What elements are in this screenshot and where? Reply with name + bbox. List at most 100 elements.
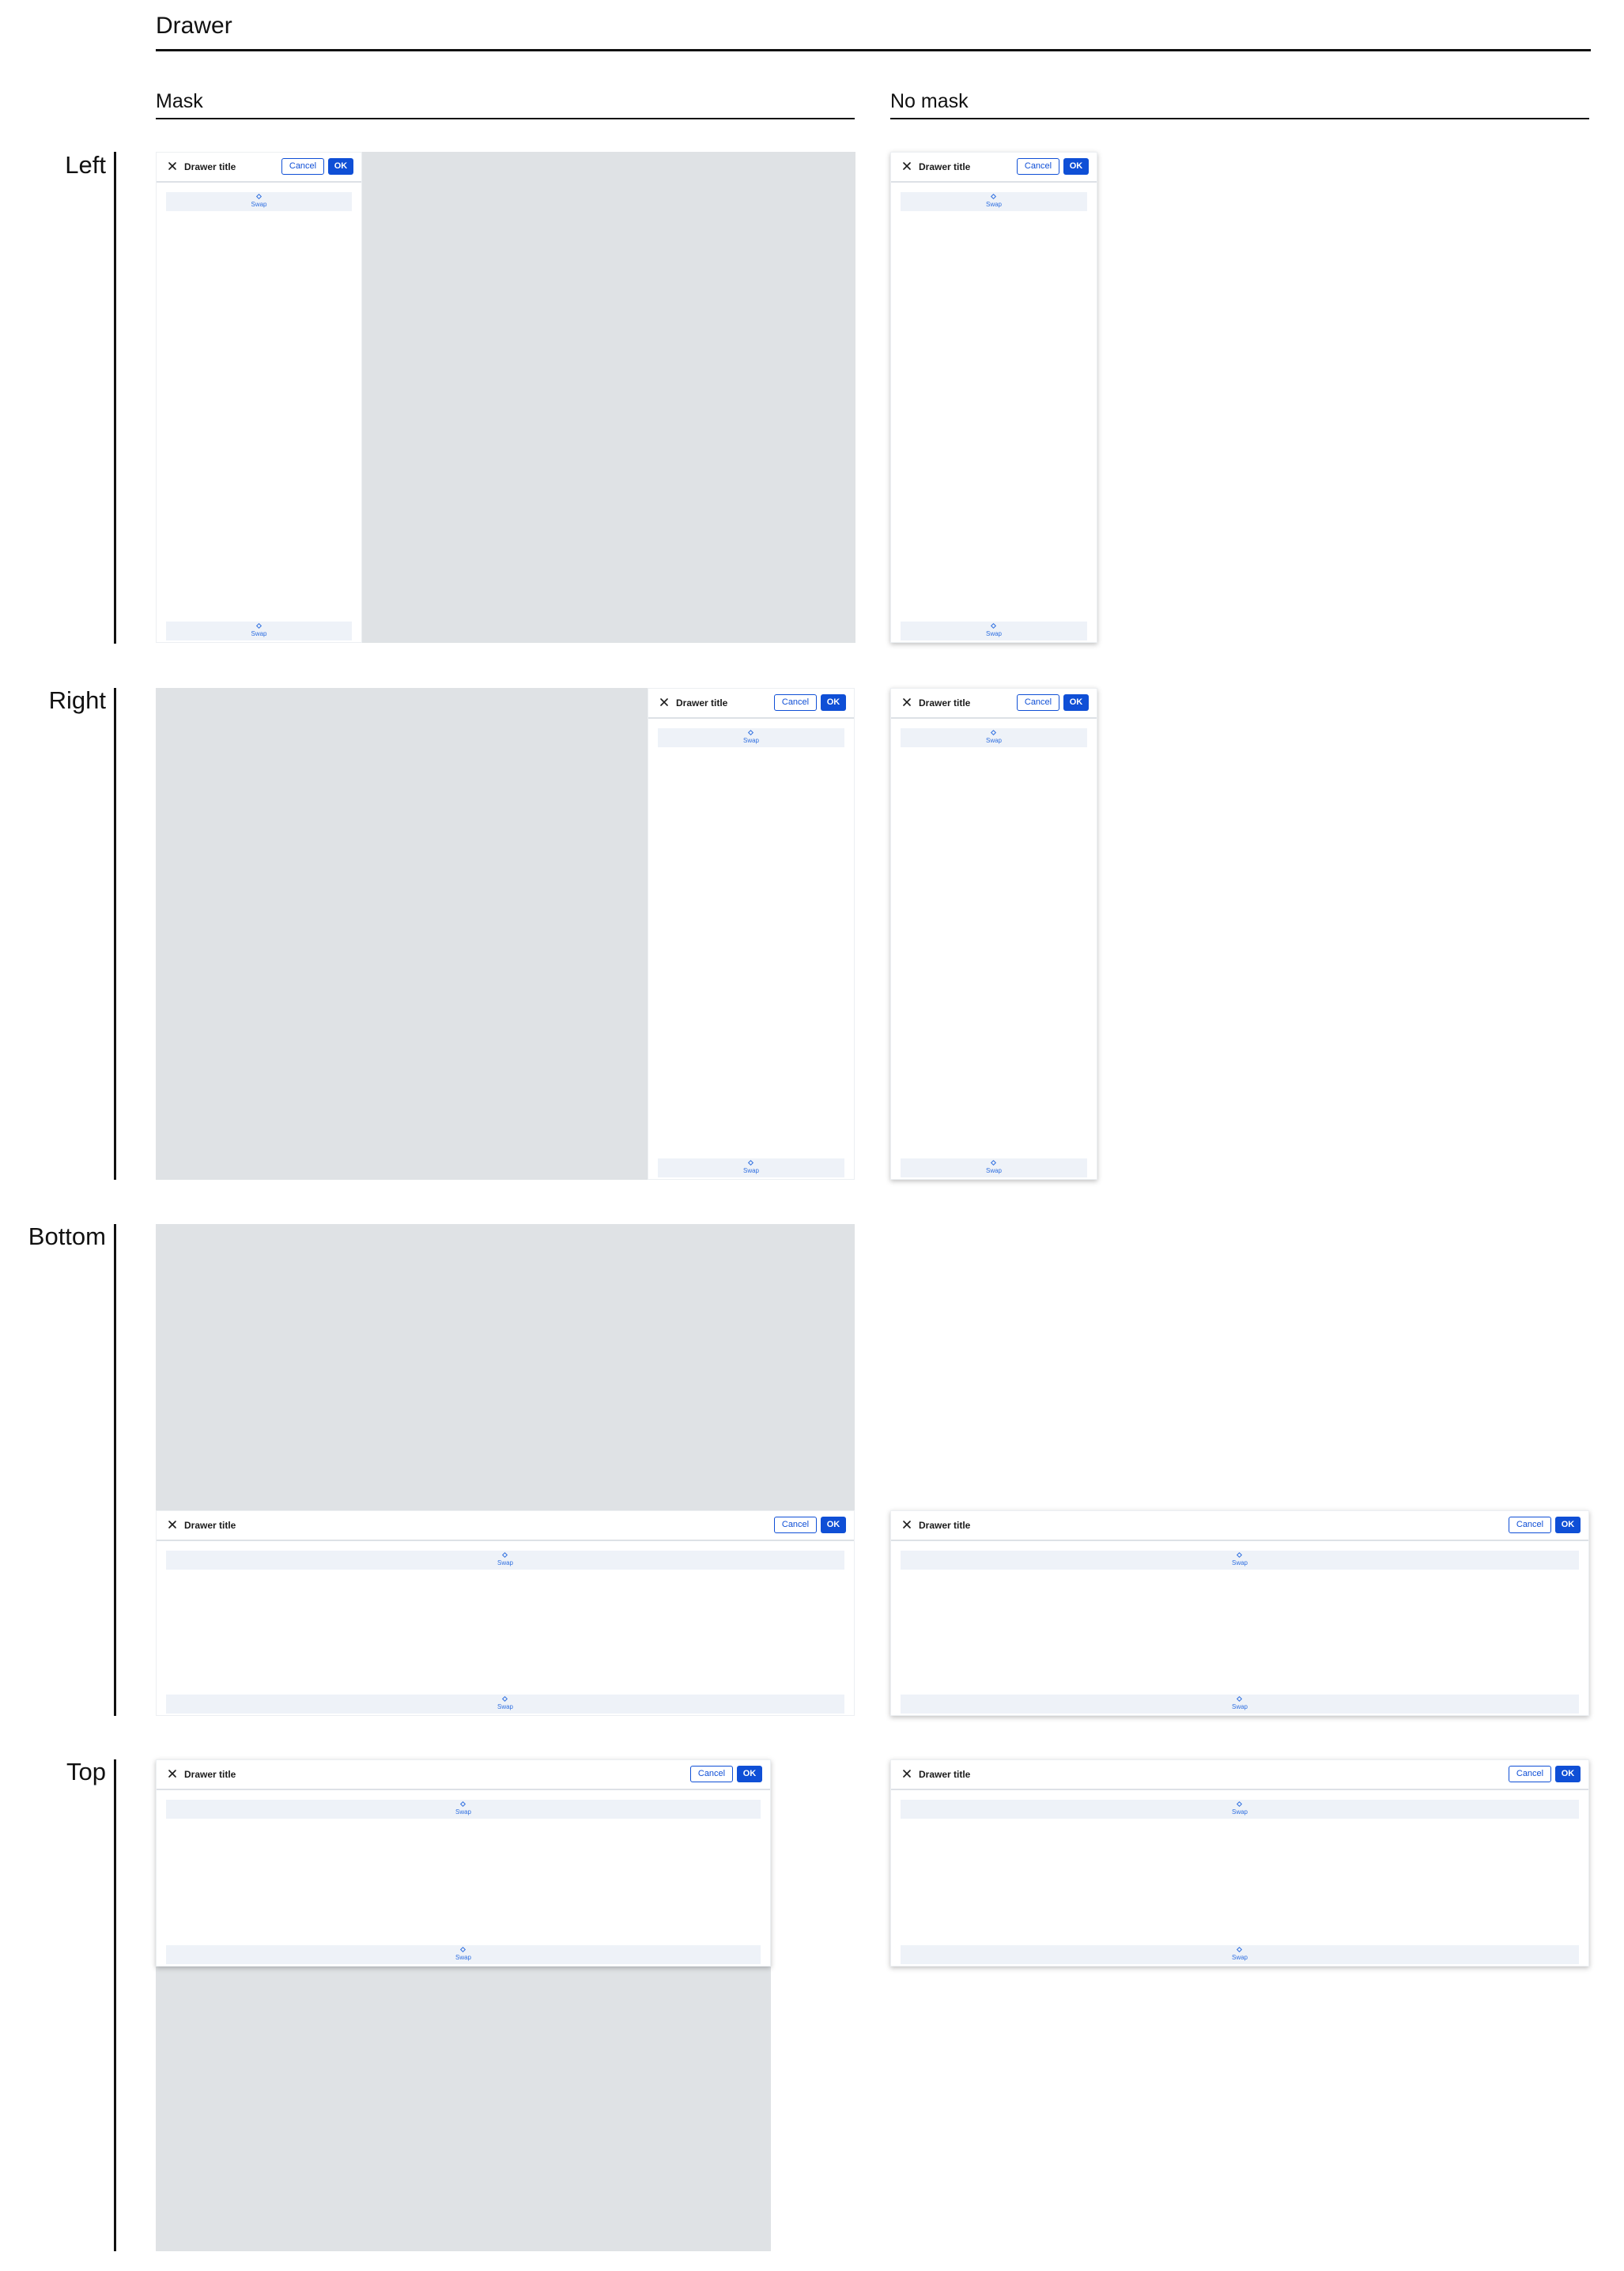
mask-overlay-right[interactable] xyxy=(156,688,648,1180)
drawer-right-no-mask: Drawer title Cancel OK Swap Swap xyxy=(890,688,1097,1180)
row-label-right: Right xyxy=(48,686,106,714)
swap-slot-footer[interactable]: Swap xyxy=(166,1945,761,1964)
diamond-icon xyxy=(459,1801,466,1808)
swap-label: Swap xyxy=(251,201,267,208)
row-divider-right xyxy=(114,688,116,1180)
close-icon[interactable] xyxy=(166,160,179,172)
close-icon[interactable] xyxy=(901,1767,913,1780)
swap-slot-footer[interactable]: Swap xyxy=(658,1158,844,1177)
diamond-icon xyxy=(990,1159,997,1166)
close-icon[interactable] xyxy=(166,1767,179,1780)
mask-overlay-left[interactable] xyxy=(362,152,855,643)
swap-slot-body[interactable]: Swap xyxy=(166,1551,844,1570)
close-icon[interactable] xyxy=(166,1518,179,1531)
ok-button[interactable]: OK xyxy=(1555,1517,1581,1533)
row-divider-bottom xyxy=(114,1224,116,1716)
row-label-left: Left xyxy=(65,151,106,179)
swap-slot-body[interactable]: Swap xyxy=(166,192,352,211)
close-icon[interactable] xyxy=(901,1518,913,1531)
drawer-title: Drawer title xyxy=(184,1520,236,1531)
ok-button[interactable]: OK xyxy=(1063,158,1089,175)
swap-label: Swap xyxy=(497,1559,513,1566)
drawer-bottom-no-mask: Drawer title Cancel OK Swap Swap xyxy=(890,1510,1589,1716)
drawer-header: Drawer title Cancel OK xyxy=(891,689,1097,719)
swap-slot-footer[interactable]: Swap xyxy=(166,1695,844,1714)
ok-button[interactable]: OK xyxy=(328,158,353,175)
swap-slot-body[interactable]: Swap xyxy=(901,728,1087,747)
diamond-icon xyxy=(459,1946,466,1953)
cancel-button[interactable]: Cancel xyxy=(1509,1766,1551,1782)
swap-slot-footer[interactable]: Swap xyxy=(901,1945,1579,1964)
ok-button[interactable]: OK xyxy=(1555,1766,1581,1782)
diamond-icon xyxy=(990,193,997,200)
swap-label: Swap xyxy=(455,1954,471,1961)
swap-slot-footer[interactable]: Swap xyxy=(901,622,1087,640)
cancel-button[interactable]: Cancel xyxy=(281,158,324,175)
swap-slot-body[interactable]: Swap xyxy=(658,728,844,747)
diamond-icon xyxy=(990,729,997,736)
swap-slot-footer[interactable]: Swap xyxy=(901,1158,1087,1177)
diamond-icon xyxy=(1236,1551,1243,1559)
swap-label: Swap xyxy=(985,737,1002,744)
diamond-icon xyxy=(1236,1801,1243,1808)
close-icon[interactable] xyxy=(901,696,913,709)
cancel-button[interactable]: Cancel xyxy=(774,1517,817,1533)
drawer-title: Drawer title xyxy=(919,161,971,172)
close-icon[interactable] xyxy=(901,160,913,172)
diamond-icon xyxy=(747,1159,754,1166)
swap-label: Swap xyxy=(251,630,267,637)
ok-button[interactable]: OK xyxy=(821,1517,846,1533)
drawer-title: Drawer title xyxy=(919,1769,971,1780)
swap-label: Swap xyxy=(1231,1703,1248,1710)
diamond-icon xyxy=(1236,1695,1243,1702)
swap-label: Swap xyxy=(455,1808,471,1816)
diamond-icon xyxy=(747,729,754,736)
cancel-button[interactable]: Cancel xyxy=(774,694,817,711)
swap-slot-footer[interactable]: Swap xyxy=(166,622,352,640)
drawer-title: Drawer title xyxy=(919,697,971,709)
row-divider-left xyxy=(114,152,116,644)
drawer-top-mask: Drawer title Cancel OK Swap Swap xyxy=(156,1759,771,1967)
diamond-icon xyxy=(255,193,262,200)
drawer-header: Drawer title Cancel OK xyxy=(157,1511,854,1541)
diamond-icon xyxy=(501,1551,508,1559)
column-title-no-mask: No mask xyxy=(890,90,969,112)
drawer-top-no-mask: Drawer title Cancel OK Swap Swap xyxy=(890,1759,1589,1967)
row-label-bottom: Bottom xyxy=(28,1222,106,1250)
drawer-header: Drawer title Cancel OK xyxy=(891,1511,1588,1541)
row-label-top: Top xyxy=(66,1758,106,1785)
ok-button[interactable]: OK xyxy=(1063,694,1089,711)
swap-slot-footer[interactable]: Swap xyxy=(901,1695,1579,1714)
mask-overlay-bottom[interactable] xyxy=(156,1224,855,1510)
ok-button[interactable]: OK xyxy=(737,1766,762,1782)
drawer-right-mask: Drawer title Cancel OK Swap Swap xyxy=(648,688,855,1180)
drawer-bottom-mask: Drawer title Cancel OK Swap Swap xyxy=(156,1510,855,1716)
swap-slot-body[interactable]: Swap xyxy=(901,192,1087,211)
column-divider-mask xyxy=(156,118,855,119)
swap-slot-body[interactable]: Swap xyxy=(166,1800,761,1819)
drawer-header: Drawer title Cancel OK xyxy=(157,153,361,183)
swap-slot-body[interactable]: Swap xyxy=(901,1800,1579,1819)
swap-slot-body[interactable]: Swap xyxy=(901,1551,1579,1570)
page-title: Drawer xyxy=(156,13,232,39)
drawer-header: Drawer title Cancel OK xyxy=(891,153,1097,183)
cancel-button[interactable]: Cancel xyxy=(1017,158,1059,175)
drawer-title: Drawer title xyxy=(184,1769,236,1780)
swap-label: Swap xyxy=(1231,1559,1248,1566)
swap-label: Swap xyxy=(985,1167,1002,1174)
cancel-button[interactable]: Cancel xyxy=(1017,694,1059,711)
cancel-button[interactable]: Cancel xyxy=(690,1766,733,1782)
swap-label: Swap xyxy=(985,630,1002,637)
row-divider-top xyxy=(114,1759,116,2251)
swap-label: Swap xyxy=(1231,1808,1248,1816)
close-icon[interactable] xyxy=(658,696,670,709)
drawer-header: Drawer title Cancel OK xyxy=(891,1760,1588,1790)
mask-overlay-top[interactable] xyxy=(156,1967,771,2251)
drawer-left-no-mask: Drawer title Cancel OK Swap Swap xyxy=(890,152,1097,643)
column-title-mask: Mask xyxy=(156,90,203,112)
cancel-button[interactable]: Cancel xyxy=(1509,1517,1551,1533)
ok-button[interactable]: OK xyxy=(821,694,846,711)
diamond-icon xyxy=(501,1695,508,1702)
drawer-header: Drawer title Cancel OK xyxy=(648,689,854,719)
drawer-title: Drawer title xyxy=(919,1520,971,1531)
